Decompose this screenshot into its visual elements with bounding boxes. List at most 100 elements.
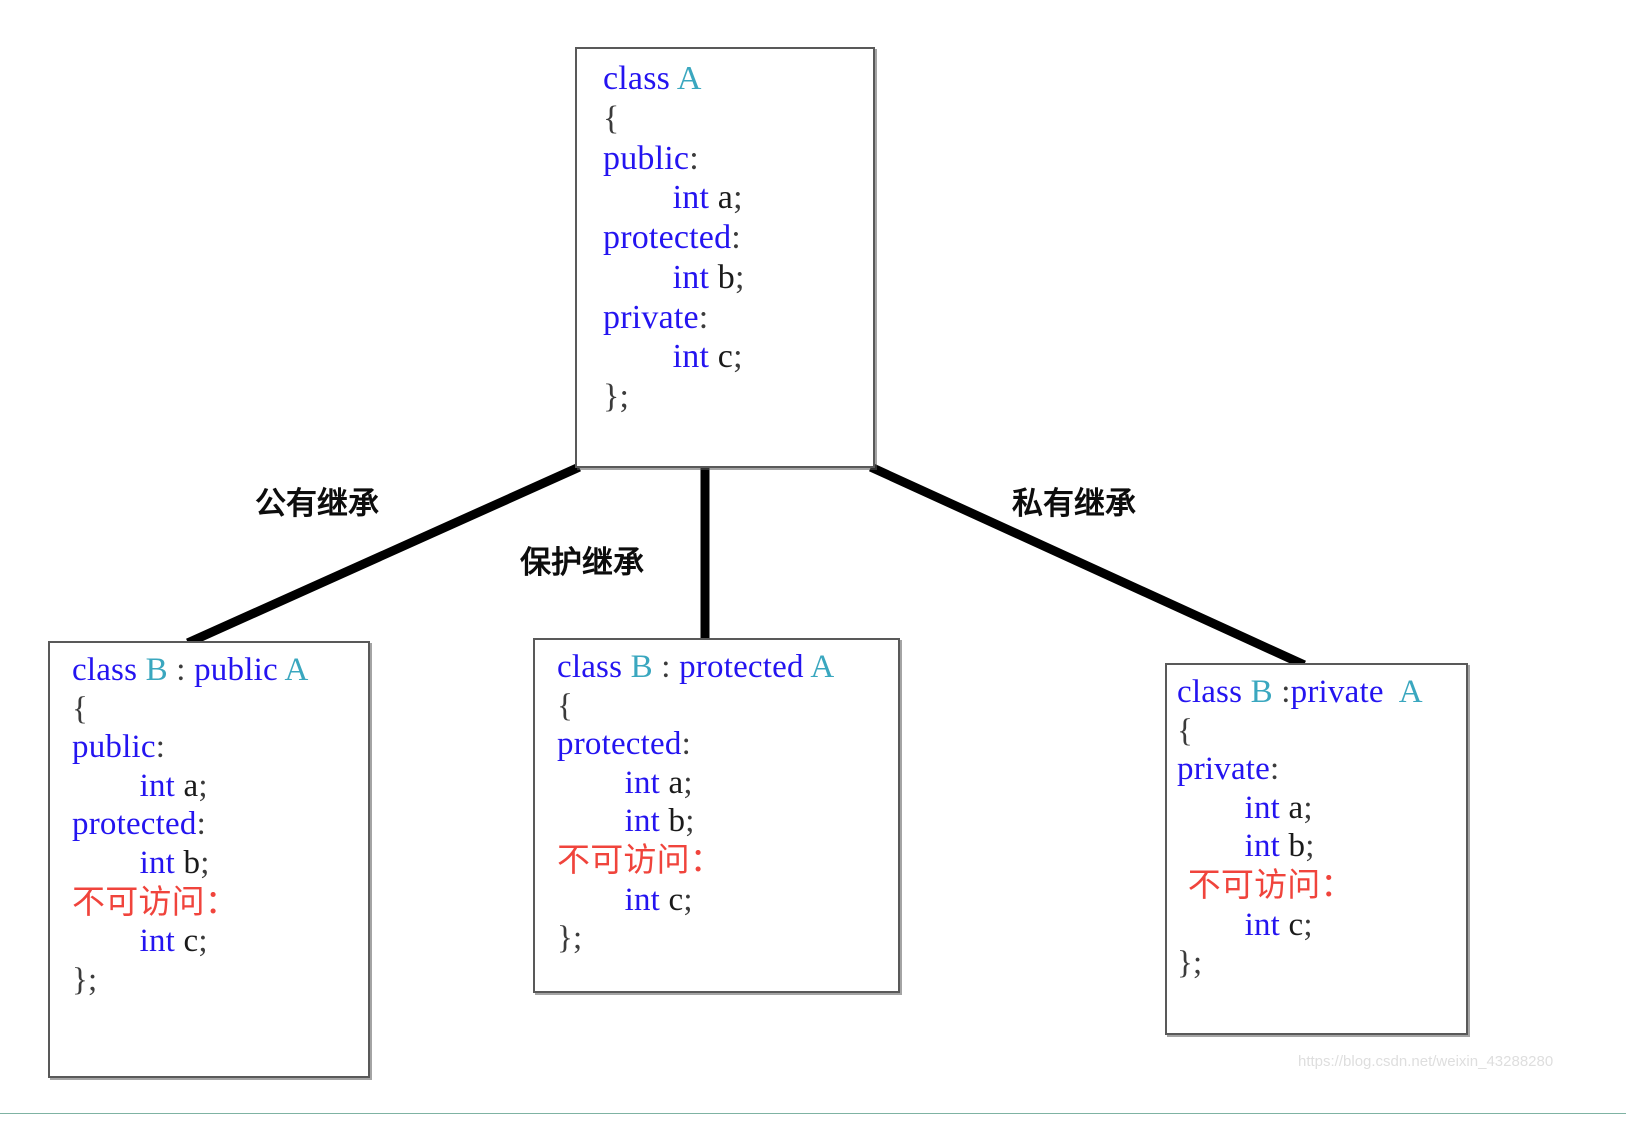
code-token: ; [683,881,693,918]
code-token: ： [1320,865,1354,905]
code-token: A [1392,674,1423,710]
code-token: class [72,652,146,688]
code-line: { [1177,712,1466,751]
code-token: ; [1303,789,1313,826]
code-token: { [603,99,620,137]
code-line: }; [557,919,898,958]
code-token: ; [1305,828,1315,865]
code-token: c [668,881,684,918]
code-token: 不可访问 [557,840,690,880]
code-token: private [603,298,699,336]
code-block-b-protected: class B : protected A{protected: int a; … [535,640,898,964]
code-token: : [731,219,741,257]
code-token: 不可访问 [1177,865,1321,905]
code-token: int [603,179,718,217]
code-token: ; [733,179,743,217]
code-line: int b; [603,258,873,298]
code-line: int c; [603,337,873,377]
code-line: 不可访问： [557,840,898,881]
code-token: : [681,726,691,763]
code-token: b [668,803,686,840]
code-token: 不可访问 [72,881,205,921]
code-line: protected: [557,725,898,764]
code-token: { [1177,712,1194,749]
watermark-text: https://blog.csdn.net/weixin_43288280 [1298,1053,1554,1070]
code-token: a [668,764,684,801]
code-token: b [717,258,735,296]
code-line: { [557,687,898,726]
code-token: : [698,298,709,336]
code-token: ： [204,881,239,921]
edge-label-protected-inheritance: 保护继承 [520,545,644,581]
bottom-divider [0,1113,1626,1114]
code-block-b-private: class B :private A{private: int a; int b… [1167,665,1466,989]
code-token: ; [200,845,210,882]
code-token: c [183,923,199,960]
code-block-b-public: class B : public A{public: int a; protect… [50,643,368,1005]
code-line: protected: [603,218,873,258]
code-token: : [689,139,699,177]
code-token: : [196,806,206,843]
code-token: ; [735,258,745,296]
code-line: public: [603,139,873,179]
code-token: int [1177,906,1289,943]
code-token: int [603,338,718,376]
code-line: public: [72,728,368,767]
code-line: int c; [557,881,898,920]
code-line: class A [603,59,873,99]
code-token: : [1272,674,1291,710]
code-token: private [1290,674,1393,710]
code-line: int a; [603,178,873,218]
code-line: { [72,690,368,729]
code-token: : [167,652,195,688]
code-token: public [603,139,690,177]
code-token: B [1250,674,1273,710]
code-token: A [810,649,835,685]
code-token: : [1270,751,1280,788]
code-token: c [1288,906,1304,943]
code-token: int [1177,789,1289,826]
code-line: 不可访问： [72,881,368,923]
code-token: int [72,923,184,960]
code-line: { [603,99,873,139]
edge-label-public-inheritance: 公有继承 [255,486,379,522]
code-line: int b; [557,802,898,841]
code-line: int b; [1177,827,1466,866]
code-token: int [72,767,184,804]
code-token: ; [685,803,695,840]
code-token: ; [198,923,208,960]
class-box-a: class A{public: int a; protected: int b; p… [575,47,875,468]
code-token: protected [557,726,682,763]
edge-public-inheritance [186,463,581,647]
code-line: }; [1177,944,1466,983]
code-token: ： [689,840,724,880]
code-line: private: [1177,750,1466,789]
code-token: protected [679,649,811,685]
code-token: ; [198,767,208,804]
code-line: 不可访问： [1177,865,1466,906]
code-token: : [155,729,166,766]
code-token: B [630,649,653,685]
code-token: class [1177,674,1251,710]
code-line: int a; [72,767,368,806]
class-box-b-private: class B :private A{private: int a; int b… [1165,663,1468,1035]
code-line: int c; [1177,906,1466,945]
code-token: class [557,649,631,685]
code-line: int b; [72,844,368,883]
class-box-b-public: class B : public A{public: int a; protect… [48,641,370,1078]
code-token: }; [557,920,583,957]
code-token: int [557,881,669,918]
code-token: { [557,687,574,724]
code-token: int [1177,828,1289,865]
code-token: a [717,179,734,217]
code-token: ; [1303,906,1313,943]
class-box-b-protected: class B : protected A{protected: int a; … [533,638,900,993]
code-token: protected [72,806,197,843]
code-token: A [676,60,702,97]
code-line: class B : protected A [557,648,898,687]
code-token: a [1288,789,1304,826]
code-token: int [72,845,184,882]
code-token: protected [603,219,732,257]
edge-label-private-inheritance: 私有继承 [1012,486,1136,522]
code-token: int [557,764,669,801]
